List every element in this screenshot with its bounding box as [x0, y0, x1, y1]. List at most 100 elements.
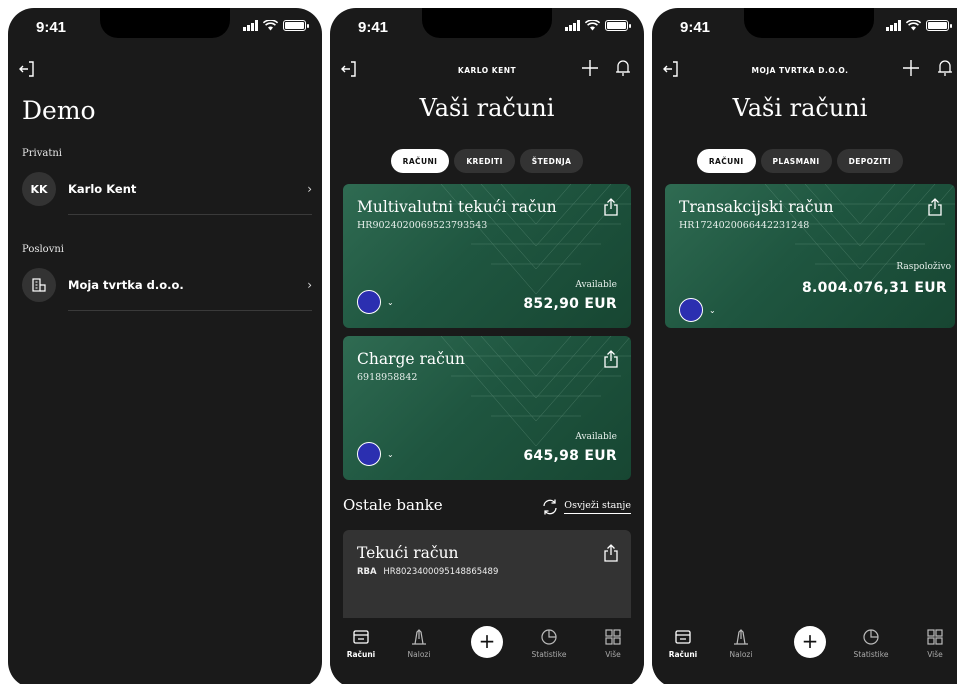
- tab-nalozi-nav[interactable]: Nalozi: [394, 628, 444, 659]
- battery-icon: [926, 20, 952, 31]
- account-number: 6918958842: [357, 372, 418, 383]
- tab-nalozi-nav[interactable]: Nalozi: [716, 628, 766, 659]
- share-icon[interactable]: [603, 544, 619, 562]
- wifi-icon: [906, 20, 921, 31]
- tab-label: Statistike: [531, 650, 567, 659]
- refresh-balance-button[interactable]: Osvježi stanje: [541, 498, 631, 516]
- account-name: Tekući račun: [357, 544, 459, 562]
- business-section-label: Poslovni: [22, 244, 64, 255]
- eu-flag-icon: [357, 290, 381, 314]
- chevron-down-icon: ⌄: [709, 305, 716, 315]
- wallet-icon: [353, 630, 369, 644]
- bank-code: RBA: [357, 567, 377, 577]
- bell-icon[interactable]: [614, 58, 632, 78]
- account-number: HR9024020069523793543: [357, 220, 488, 231]
- notch: [744, 8, 874, 38]
- tab-statistike-nav[interactable]: Statistike: [846, 628, 896, 659]
- account-name: Charge račun: [357, 350, 465, 368]
- plus-icon[interactable]: [901, 58, 921, 78]
- status-bar: 9:41: [330, 8, 644, 48]
- status-bar: 9:41: [652, 8, 957, 48]
- currency-selector[interactable]: ⌄: [679, 298, 716, 322]
- status-time: 9:41: [358, 19, 389, 36]
- other-banks-title: Ostale banke: [343, 496, 443, 514]
- bell-icon[interactable]: [936, 58, 954, 78]
- account-name: Multivalutni tekući račun: [357, 198, 557, 216]
- tab-depoziti[interactable]: DEPOZITI: [836, 149, 904, 173]
- account-card[interactable]: Multivalutni tekući račun HR902402006952…: [343, 184, 631, 328]
- share-icon[interactable]: [927, 198, 943, 216]
- tab-racuni[interactable]: RAČUNI: [390, 149, 450, 173]
- bottom-tab-bar: Računi Nalozi + Statistike Više: [652, 618, 957, 684]
- currency-selector[interactable]: ⌄: [357, 442, 394, 466]
- tab-label: Više: [927, 650, 943, 659]
- wifi-icon: [263, 20, 278, 31]
- tab-krediti[interactable]: KREDITI: [454, 149, 515, 173]
- tab-statistike-nav[interactable]: Statistike: [524, 628, 574, 659]
- tab-label: Nalozi: [407, 650, 431, 659]
- available-label: Raspoloživo: [896, 262, 951, 272]
- page-title: Vaši računi: [419, 94, 555, 122]
- account-number: HR1724020066442231248: [679, 220, 810, 231]
- available-label: Available: [575, 432, 617, 442]
- private-section-label: Privatni: [22, 148, 62, 159]
- tab-label: Više: [605, 650, 621, 659]
- pie-chart-icon: [863, 629, 879, 645]
- signal-icon: [243, 20, 258, 31]
- account-balance: 8.004.076,31 EUR: [801, 280, 947, 296]
- tab-vise-nav[interactable]: Više: [910, 628, 957, 659]
- plus-icon[interactable]: [580, 58, 600, 78]
- bank-account-line: RBA HR8023400095148865489: [357, 567, 498, 577]
- tab-vise-nav[interactable]: Više: [588, 628, 638, 659]
- page-title: Vaši računi: [732, 94, 868, 122]
- account-card[interactable]: Charge račun 6918958842 ⌄ Available 645,…: [343, 336, 631, 480]
- tab-racuni-nav[interactable]: Računi: [336, 628, 386, 659]
- phone-screen-private-accounts: 9:41 KARLO KENT Vaši računi RAČUNI KREDI…: [330, 8, 644, 684]
- chevron-right-icon: ›: [307, 278, 312, 292]
- tab-racuni[interactable]: RAČUNI: [696, 149, 756, 173]
- tab-label: Nalozi: [729, 650, 753, 659]
- eu-flag-icon: [357, 442, 381, 466]
- phone-screen-business-accounts: 9:41 MOJA TVRTKA D.O.O. Vaši računi RAČU…: [652, 8, 957, 684]
- pie-chart-icon: [541, 629, 557, 645]
- transfer-icon: [412, 629, 426, 645]
- battery-icon: [283, 20, 309, 31]
- new-action-button[interactable]: +: [471, 626, 503, 658]
- chevron-down-icon: ⌄: [387, 297, 394, 307]
- account-type-tabs: RAČUNI PLASMANI DEPOZITI: [652, 149, 948, 173]
- refresh-icon: [543, 499, 557, 515]
- refresh-label: Osvježi stanje: [564, 500, 631, 514]
- account-balance: 852,90 EUR: [523, 296, 617, 312]
- avatar: KK: [22, 172, 56, 206]
- grid-icon: [927, 629, 943, 645]
- divider: [68, 214, 312, 215]
- chevron-down-icon: ⌄: [387, 449, 394, 459]
- eu-flag-icon: [679, 298, 703, 322]
- account-card[interactable]: Transakcijski račun HR172402006644223124…: [665, 184, 955, 328]
- new-action-button[interactable]: +: [794, 626, 826, 658]
- business-user-row[interactable]: Moja tvrtka d.o.o. ›: [22, 267, 312, 303]
- business-user-name: Moja tvrtka d.o.o.: [68, 278, 184, 292]
- chevron-right-icon: ›: [307, 182, 312, 196]
- notch: [100, 8, 230, 38]
- status-time: 9:41: [680, 19, 711, 36]
- tab-label: Statistike: [853, 650, 889, 659]
- private-user-row[interactable]: KK Karlo Kent ›: [22, 171, 312, 207]
- currency-selector[interactable]: ⌄: [357, 290, 394, 314]
- status-icons: [565, 20, 631, 31]
- share-icon[interactable]: [603, 350, 619, 368]
- tab-racuni-nav[interactable]: Računi: [658, 628, 708, 659]
- status-icons: [243, 20, 309, 31]
- transfer-icon: [734, 629, 748, 645]
- account-balance: 645,98 EUR: [523, 448, 617, 464]
- tab-plasmani[interactable]: PLASMANI: [760, 149, 832, 173]
- bottom-tab-bar: Računi Nalozi + Statistike Više: [330, 618, 644, 684]
- share-icon[interactable]: [603, 198, 619, 216]
- account-type-tabs: RAČUNI KREDITI ŠTEDNJA: [330, 149, 644, 173]
- tab-stednja[interactable]: ŠTEDNJA: [519, 149, 584, 173]
- status-time: 9:41: [36, 19, 67, 36]
- logout-icon[interactable]: [18, 60, 36, 78]
- tab-label: Računi: [668, 650, 698, 659]
- phone-screen-account-select: 9:41 Demo Privatni KK Karlo Kent › Poslo…: [8, 8, 322, 684]
- divider: [68, 310, 312, 311]
